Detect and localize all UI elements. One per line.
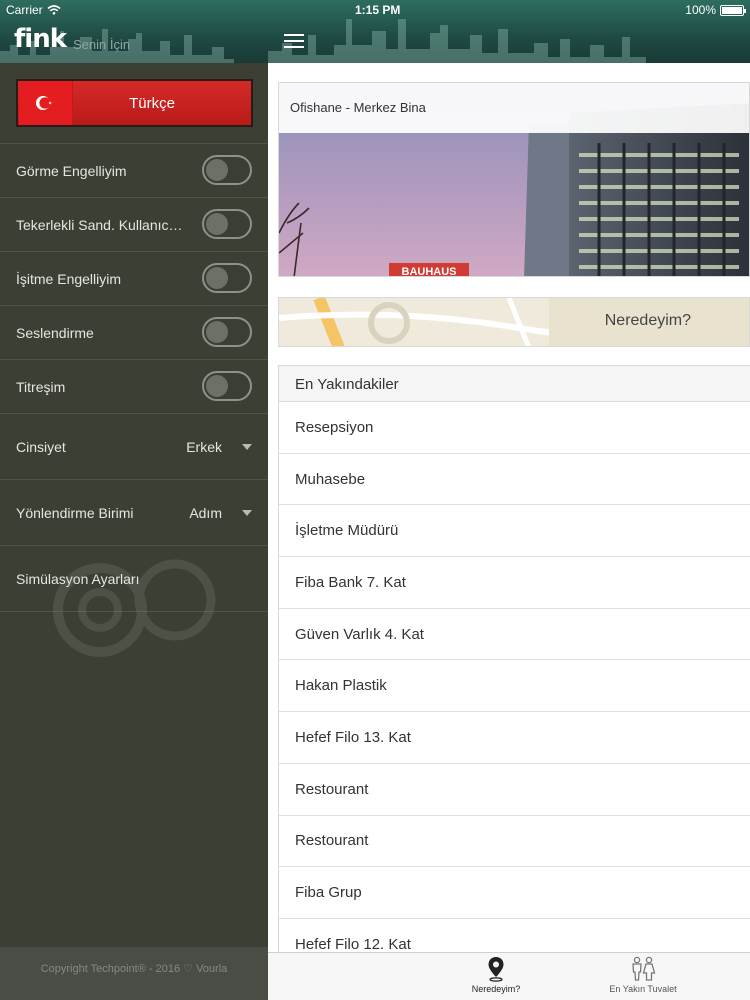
- main-header: 1:15 PM 100%: [268, 0, 750, 63]
- setting-wheelchair: Tekerlekli Sand. Kullanıcısıyım: [0, 197, 268, 251]
- nearest-list-header: En Yakındakiler: [279, 366, 750, 402]
- sidebar-header: Carrier fink Senin İçin: [0, 0, 268, 63]
- tab-label: En Yakın Tuvalet: [609, 984, 677, 994]
- wheelchair-toggle[interactable]: [202, 209, 252, 239]
- battery-icon: [720, 4, 746, 16]
- setting-voiceover: Seslendirme: [0, 305, 268, 359]
- wifi-icon: [47, 5, 61, 15]
- where-am-i-map-button[interactable]: Neredeyim?: [278, 297, 750, 347]
- restroom-icon: [632, 956, 656, 981]
- watermark-logo-icon: [53, 559, 216, 657]
- hearing-impaired-toggle[interactable]: [202, 263, 252, 293]
- app-subtitle: Senin İçin: [73, 37, 131, 52]
- setting-label: Görme Engelliyim: [16, 162, 127, 179]
- settings-list: Görme Engelliyim Tekerlekli Sand. Kullan…: [0, 143, 268, 612]
- list-item[interactable]: Hefef Filo 13. Kat: [279, 712, 750, 764]
- sidebar: Carrier fink Senin İçin Türkçe Görme Eng…: [0, 0, 268, 1000]
- visually-impaired-toggle[interactable]: [202, 155, 252, 185]
- language-label: Türkçe: [129, 94, 175, 112]
- list-item[interactable]: Fiba Bank 7. Kat: [279, 557, 750, 609]
- setting-label: Tekerlekli Sand. Kullanıcısıyım: [16, 216, 186, 233]
- tab-where-am-i[interactable]: Neredeyim?: [436, 956, 556, 994]
- list-item[interactable]: Restourant: [279, 764, 750, 816]
- setting-label: Yönlendirme Birimi: [16, 504, 134, 521]
- tab-label: Neredeyim?: [471, 984, 521, 994]
- skyline-graphic: [268, 19, 646, 63]
- building-card[interactable]: BAUHAUS Ofishane - Merkez Bina: [278, 82, 750, 277]
- battery-percent: 100%: [685, 3, 716, 17]
- language-button[interactable]: Türkçe: [16, 79, 253, 127]
- fink-logo: fink: [14, 24, 67, 54]
- turkey-flag-icon: [19, 81, 73, 125]
- setting-hearing-impaired: İşitme Engelliyim: [0, 251, 268, 305]
- tab-nearest-restroom[interactable]: En Yakın Tuvalet: [583, 956, 703, 994]
- sidebar-footer: Copyright Techpoint® - 2016 ♡ Vourla: [0, 947, 268, 1000]
- setting-label: Titreşim: [16, 378, 66, 395]
- building-title: Ofishane - Merkez Bina: [279, 83, 749, 133]
- voiceover-toggle[interactable]: [202, 317, 252, 347]
- list-item[interactable]: Güven Varlık 4. Kat: [279, 609, 750, 661]
- setting-gender[interactable]: Cinsiyet Erkek: [0, 413, 268, 479]
- list-item[interactable]: Muhasebe: [279, 454, 750, 506]
- list-item[interactable]: Hakan Plastik: [279, 660, 750, 713]
- main-content: BAUHAUS Ofishane - Merkez Bina Neredeyim…: [268, 63, 750, 952]
- chevron-down-icon: [242, 509, 252, 516]
- list-item[interactable]: Fiba Grup: [279, 867, 750, 919]
- chevron-down-icon: [242, 443, 252, 450]
- status-time: 1:15 PM: [355, 3, 401, 17]
- setting-label: Seslendirme: [16, 324, 94, 341]
- status-battery: 100%: [685, 3, 746, 17]
- setting-visually-impaired: Görme Engelliyim: [0, 143, 268, 197]
- list-item[interactable]: İşletme Müdürü: [279, 505, 750, 558]
- setting-label: Cinsiyet: [16, 438, 66, 455]
- location-pin-icon: [488, 957, 504, 982]
- status-carrier: Carrier: [6, 3, 61, 17]
- list-item[interactable]: Resepsiyon: [279, 402, 750, 454]
- setting-vibration: Titreşim: [0, 359, 268, 413]
- carrier-label: Carrier: [6, 3, 43, 17]
- menu-icon[interactable]: [284, 34, 304, 49]
- gender-select-value[interactable]: Erkek: [186, 439, 222, 455]
- setting-direction-unit[interactable]: Yönlendirme Birimi Adım: [0, 479, 268, 545]
- map-label: Neredeyim?: [604, 312, 691, 329]
- direction-unit-select-value[interactable]: Adım: [189, 505, 222, 521]
- vibration-toggle[interactable]: [202, 371, 252, 401]
- list-item[interactable]: Hefef Filo 12. Kat: [279, 919, 750, 952]
- tab-bar: Neredeyim? En Yakın Tuvalet: [268, 952, 750, 1000]
- setting-label: İşitme Engelliyim: [16, 270, 122, 287]
- list-item[interactable]: Restourant: [279, 816, 750, 868]
- bauhaus-sign: BAUHAUS: [402, 266, 457, 277]
- nearest-list: En Yakındakiler Resepsiyon Muhasebe İşle…: [278, 365, 750, 952]
